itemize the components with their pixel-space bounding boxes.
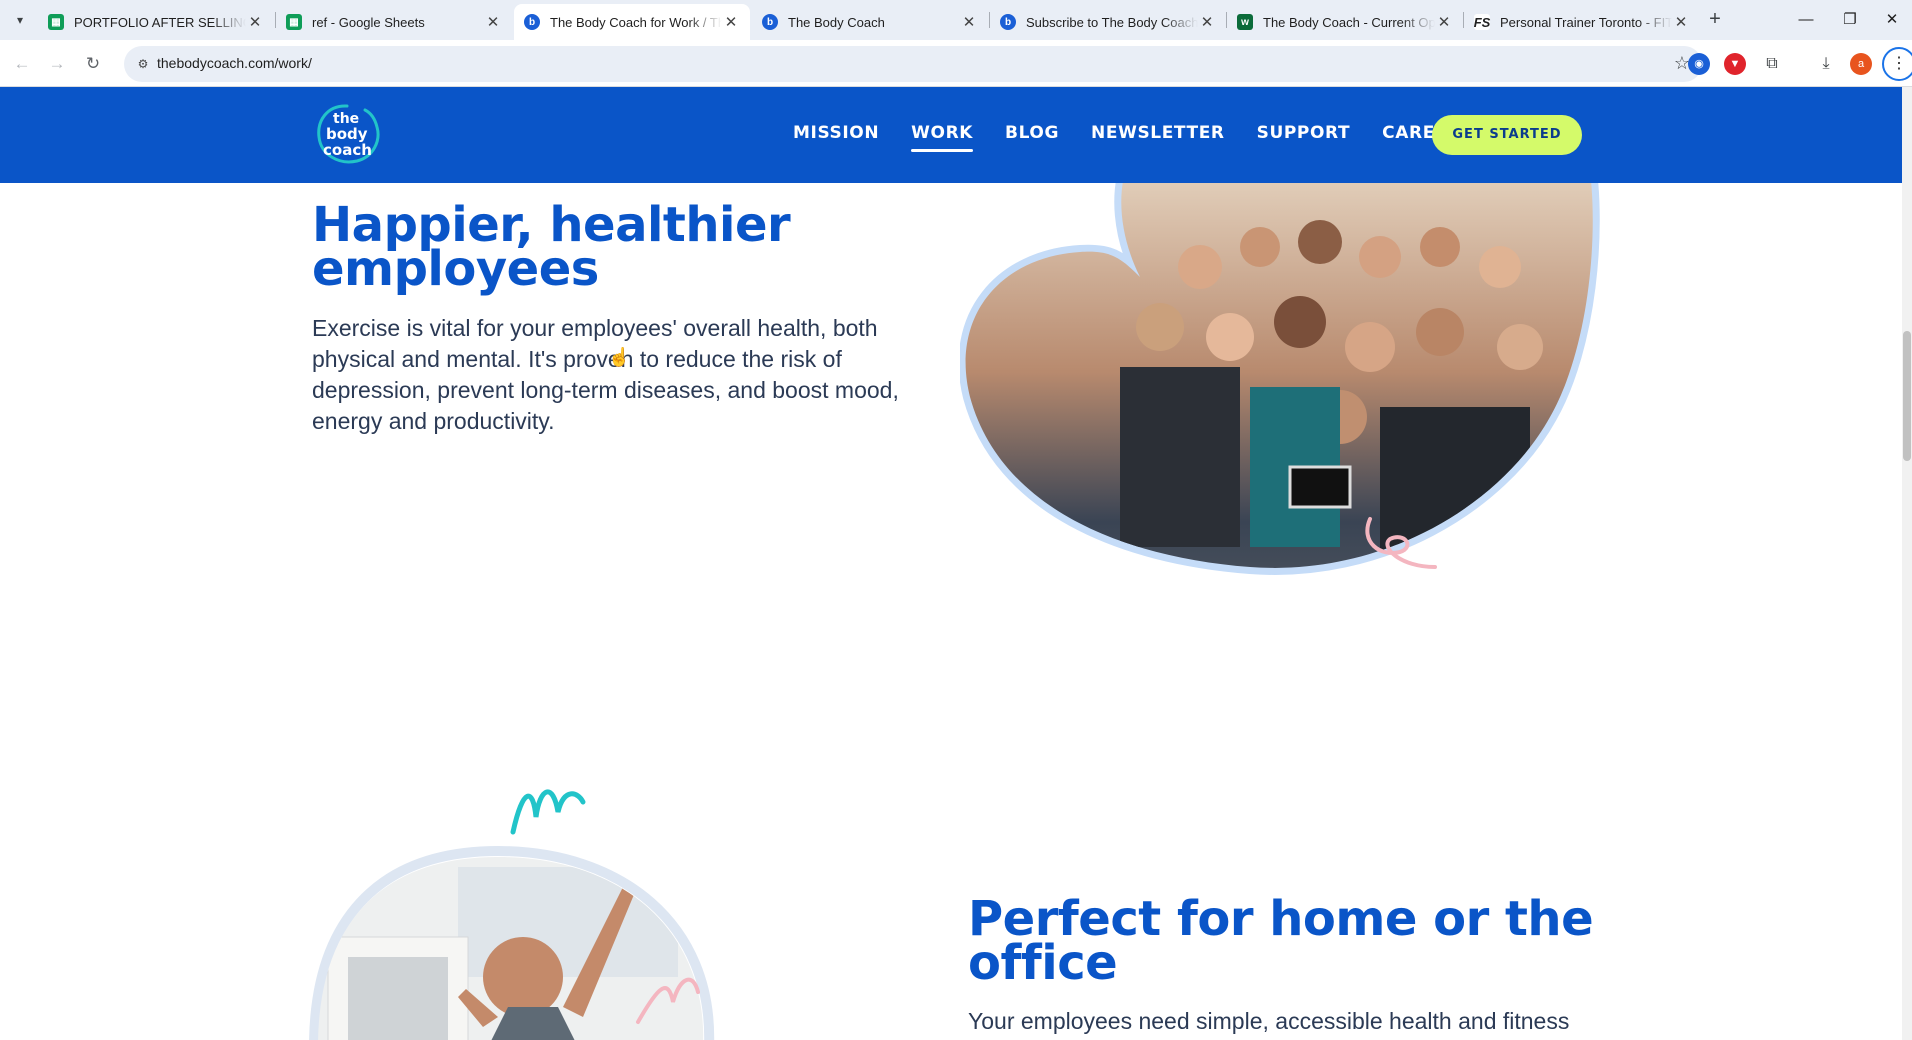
extension-globe-icon[interactable]: ◉ bbox=[1688, 53, 1710, 75]
body-coach-icon: b bbox=[524, 14, 540, 30]
profile-avatar[interactable]: a bbox=[1850, 53, 1872, 75]
trainer-photo-blob bbox=[309, 789, 715, 1040]
sheets-icon: ▦ bbox=[48, 14, 64, 30]
tab-title: The Body Coach - Current Ope bbox=[1263, 14, 1435, 30]
close-tab-icon[interactable]: ✕ bbox=[1672, 13, 1690, 31]
main-nav: MISSION WORK BLOG NEWSLETTER SUPPORT CAR… bbox=[793, 123, 1506, 152]
tab-current-openings[interactable]: w The Body Coach - Current Ope ✕ bbox=[1227, 4, 1463, 40]
browser-menu-icon[interactable]: ⋮ bbox=[1882, 47, 1912, 81]
sheets-icon: ▦ bbox=[286, 14, 302, 30]
tab-title: The Body Coach for Work / The bbox=[550, 14, 722, 30]
close-window-button[interactable]: ✕ bbox=[1872, 6, 1912, 34]
close-tab-icon[interactable]: ✕ bbox=[722, 13, 740, 31]
get-started-button[interactable]: GET STARTED bbox=[1432, 115, 1582, 155]
group-photo-blob bbox=[960, 150, 1600, 575]
trainer-photo bbox=[318, 857, 704, 1040]
close-tab-icon[interactable]: ✕ bbox=[1435, 13, 1453, 31]
section-body-home-office: Your employees need simple, accessible h… bbox=[968, 1006, 1608, 1037]
body-coach-icon: b bbox=[762, 14, 778, 30]
body-coach-icon: b bbox=[1000, 14, 1016, 30]
nav-blog[interactable]: BLOG bbox=[1005, 123, 1059, 143]
page-scrollbar[interactable] bbox=[1902, 87, 1912, 1040]
tab-portfolio[interactable]: ▦ PORTFOLIO AFTER SELLING - G ✕ bbox=[38, 4, 274, 40]
tab-title: ref - Google Sheets bbox=[312, 14, 425, 30]
logo-text-coach: coach bbox=[323, 141, 372, 159]
url-text[interactable]: thebodycoach.com/work/ bbox=[157, 55, 312, 71]
tab-title: PORTFOLIO AFTER SELLING - G bbox=[74, 14, 246, 30]
section-body-exercise: Exercise is vital for your employees' ov… bbox=[312, 313, 952, 437]
tab-subscribe[interactable]: b Subscribe to The Body Coach ✕ bbox=[990, 4, 1226, 40]
new-tab-button[interactable]: + bbox=[1703, 8, 1727, 32]
close-tab-icon[interactable]: ✕ bbox=[960, 13, 978, 31]
scrollbar-thumb[interactable] bbox=[1903, 331, 1911, 461]
tab-title: The Body Coach bbox=[788, 14, 885, 30]
tab-body-coach-work[interactable]: b The Body Coach for Work / The ✕ bbox=[514, 4, 750, 40]
site-info-icon[interactable]: ⚙ bbox=[134, 55, 152, 73]
browser-tab-strip: ▾ ▦ PORTFOLIO AFTER SELLING - G ✕ ▦ ref … bbox=[0, 0, 1912, 40]
tab-search-chevron-icon[interactable]: ▾ bbox=[8, 8, 32, 32]
page-viewport: the body coach MISSION WORK BLOG NEWSLET… bbox=[0, 87, 1902, 1040]
address-bar[interactable]: ⚙ thebodycoach.com/work/ ☆ bbox=[124, 46, 1702, 82]
extensions-puzzle-icon[interactable]: ⧉ bbox=[1761, 53, 1783, 75]
tab-body-coach[interactable]: b The Body Coach ✕ bbox=[752, 4, 988, 40]
reload-icon[interactable]: ↻ bbox=[79, 50, 107, 78]
nav-work[interactable]: WORK bbox=[911, 123, 973, 152]
browser-toolbar: ← → ↻ ⚙ thebodycoach.com/work/ ☆ ◉ ▼ ⧉ ⤓… bbox=[0, 40, 1912, 87]
heading-line: office bbox=[968, 935, 1118, 991]
section-heading-perfect: Perfect for home or the office bbox=[968, 895, 1594, 991]
teal-squiggle bbox=[510, 789, 586, 835]
close-tab-icon[interactable]: ✕ bbox=[246, 13, 264, 31]
nav-newsletter[interactable]: NEWSLETTER bbox=[1091, 123, 1225, 143]
close-tab-icon[interactable]: ✕ bbox=[484, 13, 502, 31]
mouse-cursor-icon: ☝ bbox=[608, 347, 631, 367]
nav-support[interactable]: SUPPORT bbox=[1257, 123, 1351, 143]
tab-title: Subscribe to The Body Coach bbox=[1026, 14, 1198, 30]
section-heading-happier: Happier, healthier employees bbox=[312, 201, 791, 297]
back-arrow-icon[interactable]: ← bbox=[8, 50, 36, 78]
restore-button[interactable]: ❐ bbox=[1830, 6, 1870, 34]
download-icon[interactable]: ⤓ bbox=[1815, 53, 1837, 75]
body-line: Exercise is vital for your employees' ov… bbox=[312, 315, 878, 341]
close-tab-icon[interactable]: ✕ bbox=[1198, 13, 1216, 31]
body-coach-logo[interactable]: the body coach bbox=[313, 101, 383, 167]
minimize-button[interactable]: — bbox=[1786, 6, 1826, 34]
body-line: depression, prevent long-term diseases, … bbox=[312, 377, 899, 403]
body-line: physical and mental. It's proven to redu… bbox=[312, 346, 842, 372]
site-header: the body coach MISSION WORK BLOG NEWSLET… bbox=[0, 87, 1902, 183]
tab-personal-trainer[interactable]: FS Personal Trainer Toronto - FIT S ✕ bbox=[1464, 4, 1700, 40]
body-line: energy and productivity. bbox=[312, 408, 555, 434]
fs-icon: FS bbox=[1473, 14, 1491, 30]
forward-arrow-icon[interactable]: → bbox=[43, 50, 71, 78]
workable-icon: w bbox=[1237, 14, 1253, 30]
tab-ref-sheets[interactable]: ▦ ref - Google Sheets ✕ bbox=[276, 4, 512, 40]
tab-title: Personal Trainer Toronto - FIT S bbox=[1500, 14, 1672, 30]
extension-shield-icon[interactable]: ▼ bbox=[1724, 53, 1746, 75]
body-line: Your employees need simple, accessible h… bbox=[968, 1008, 1570, 1034]
heading-line: employees bbox=[312, 241, 599, 297]
nav-mission[interactable]: MISSION bbox=[793, 123, 879, 143]
